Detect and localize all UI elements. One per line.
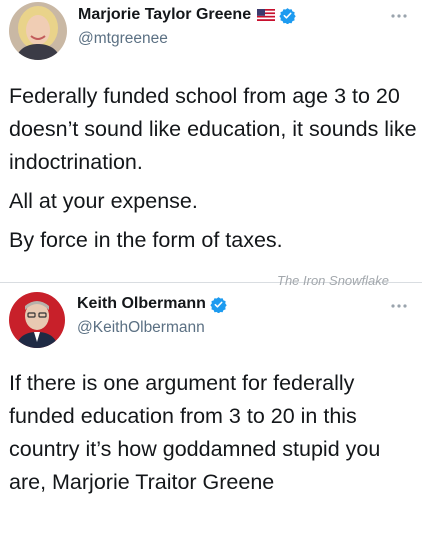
tweet-mtgreenee[interactable]: Marjorie Taylor Greene @mtgreenee Federa… xyxy=(0,0,422,280)
verified-badge-icon xyxy=(279,7,296,24)
tweet-paragraph: By force in the form of taxes. xyxy=(9,228,283,252)
display-name[interactable]: Keith Olbermann xyxy=(77,295,206,313)
avatar-photo-icon xyxy=(9,292,65,348)
display-name[interactable]: Marjorie Taylor Greene xyxy=(78,6,251,24)
avatar-keitholbermann[interactable] xyxy=(9,292,65,348)
verified-badge-icon xyxy=(210,296,227,313)
more-options-icon[interactable] xyxy=(390,13,408,19)
handle[interactable]: @mtgreenee xyxy=(78,30,168,48)
avatar-photo-icon xyxy=(9,2,67,60)
us-flag-icon xyxy=(257,9,276,21)
tweet-text: If there is one argument for federally f… xyxy=(9,367,414,499)
tweet-paragraph: All at your expense. xyxy=(9,189,198,213)
handle[interactable]: @KeithOlbermann xyxy=(77,319,205,337)
author-row: Marjorie Taylor Greene xyxy=(78,6,296,24)
tweet-keitholbermann[interactable]: Keith Olbermann @KeithOlbermann If there… xyxy=(0,280,422,546)
avatar-mtgreenee[interactable] xyxy=(9,2,67,60)
tweet-text: Federally funded school from age 3 to 20… xyxy=(9,80,419,257)
tweet-paragraph: If there is one argument for federally f… xyxy=(9,371,381,494)
tweet-paragraph: Federally funded school from age 3 to 20… xyxy=(9,84,417,174)
more-options-icon[interactable] xyxy=(390,303,408,309)
author-row: Keith Olbermann xyxy=(77,295,227,313)
